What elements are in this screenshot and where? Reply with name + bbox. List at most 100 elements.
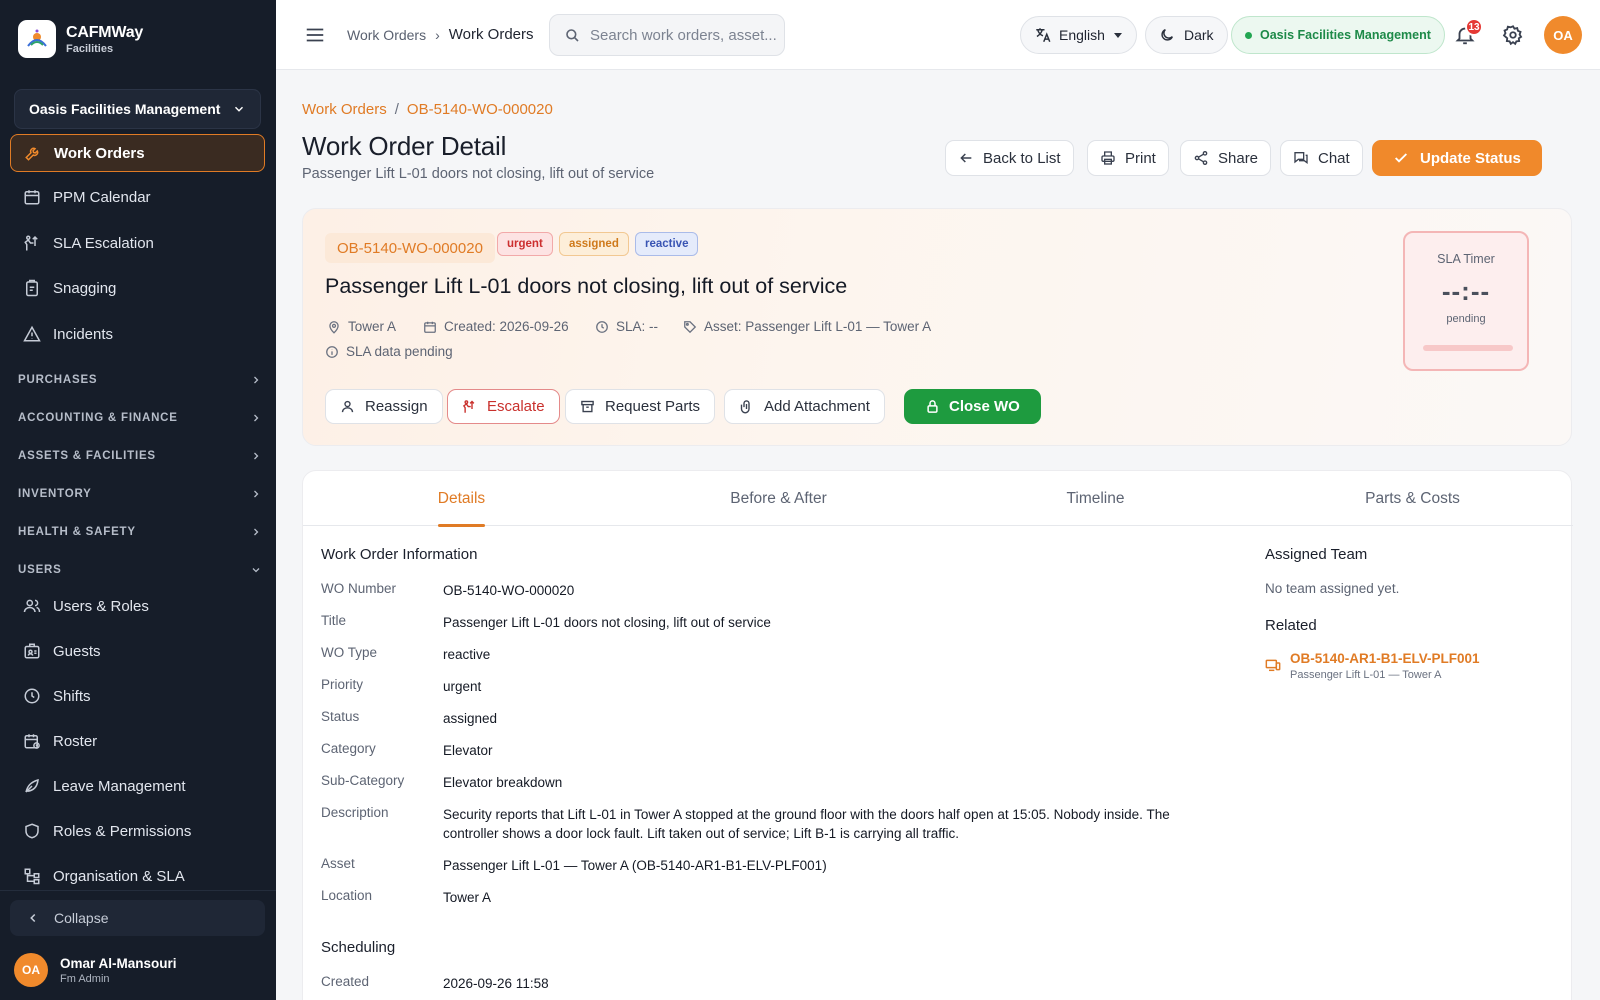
sidebar-item-guests[interactable]: Guests: [10, 632, 265, 670]
sidebar-section-label: INVENTORY: [18, 488, 92, 500]
print-button[interactable]: Print: [1087, 140, 1169, 176]
reassign-button[interactable]: Reassign: [325, 389, 443, 424]
chat-button[interactable]: Chat: [1280, 140, 1363, 176]
clock-icon: [24, 688, 40, 704]
work-order-code: OB-5140-WO-000020: [325, 233, 495, 263]
theme-toggle[interactable]: Dark: [1145, 16, 1228, 54]
chevron-right-icon: [254, 452, 259, 460]
field-value: reactive: [443, 647, 491, 662]
field-value: Security reports that Lift L-01 in Tower…: [443, 807, 1170, 841]
sidebar-section-assets[interactable]: ASSETS & FACILITIES: [18, 450, 262, 462]
field-row: WO Number OB-5140-WO-000020: [321, 581, 1213, 600]
user-role: Fm Admin: [60, 972, 110, 985]
update-status-button[interactable]: Update Status: [1372, 140, 1542, 176]
breadcrumb-link[interactable]: OB-5140-WO-000020: [407, 101, 553, 118]
language-select[interactable]: English: [1020, 16, 1137, 54]
calendar-icon: [24, 190, 40, 205]
sidebar-section-inventory[interactable]: INVENTORY: [18, 488, 262, 500]
avatar[interactable]: OA: [1544, 16, 1582, 54]
section-title: Assigned Team: [1265, 546, 1368, 563]
search-input[interactable]: [590, 26, 780, 44]
tab-parts-costs[interactable]: Parts & Costs: [1254, 471, 1571, 526]
leave-icon: [25, 778, 39, 793]
tab-details[interactable]: Details: [303, 471, 620, 527]
field-row: Created 2026-09-26 11:58: [321, 974, 1213, 993]
field-label: Priority: [321, 677, 364, 692]
escalate-button[interactable]: Escalate: [447, 389, 560, 424]
escalation-icon: [24, 235, 38, 251]
field-value: assigned: [443, 711, 498, 726]
warning-icon: [23, 325, 41, 342]
org-select-label: Oasis Facilities Management: [29, 101, 221, 117]
sidebar: CAFMWay Facilities Oasis Facilities Mana…: [0, 0, 276, 1000]
caret-down-icon: [1113, 33, 1122, 38]
breadcrumb: Work Orders › Work Orders: [347, 26, 534, 43]
section-title: Work Order Information: [321, 546, 478, 563]
sla-timer-label: SLA Timer: [1437, 252, 1495, 266]
sidebar-section-health-safety[interactable]: HEALTH & SAFETY: [18, 526, 262, 538]
page-subtitle: Passenger Lift L-01 doors not closing, l…: [302, 166, 655, 182]
field-label: Location: [321, 888, 373, 903]
sidebar-item-work-orders[interactable]: Work Orders: [10, 134, 265, 172]
sidebar-item-incidents[interactable]: Incidents: [10, 315, 265, 353]
field-row: Priority urgent: [321, 677, 1213, 696]
breadcrumb-separator: ›: [435, 26, 440, 43]
field-value: OB-5140-WO-000020: [443, 583, 575, 598]
user-profile[interactable]: OA Omar Al-Mansouri Fm Admin: [14, 953, 177, 987]
sidebar-section-users[interactable]: USERS: [18, 564, 262, 576]
sidebar-item-roles-permissions[interactable]: Roles & Permissions: [10, 812, 265, 850]
back-to-list-button[interactable]: Back to List: [945, 140, 1074, 176]
share-button[interactable]: Share: [1180, 140, 1272, 176]
tab-before-after[interactable]: Before & After: [620, 471, 937, 526]
brand-name: CAFMWay: [66, 23, 144, 41]
sidebar-item-shifts[interactable]: Shifts: [10, 677, 265, 715]
lock-icon: [927, 400, 938, 413]
related-code: OB-5140-AR1-B1-ELV-PLF001: [1290, 651, 1480, 666]
users-icon: [23, 599, 41, 613]
sidebar-item-roster[interactable]: Roster: [10, 722, 265, 760]
assigned-team-empty: No team assigned yet.: [1265, 581, 1400, 596]
field-row: Sub-Category Elevator breakdown: [321, 773, 1213, 792]
sidebar-item-users-roles[interactable]: Users & Roles: [10, 587, 265, 625]
sidebar-item-leave-management[interactable]: Leave Management: [10, 767, 265, 805]
topbar: Work Orders › Work Orders English Dark O…: [276, 0, 1600, 70]
field-label: Asset: [321, 856, 355, 871]
related-asset-link[interactable]: OB-5140-AR1-B1-ELV-PLF001 Passenger Lift…: [1265, 651, 1480, 681]
field-value: Elevator breakdown: [443, 775, 563, 790]
add-attachment-button[interactable]: Add Attachment: [724, 389, 885, 424]
close-wo-button[interactable]: Close WO: [904, 389, 1041, 424]
tab-timeline[interactable]: Timeline: [937, 471, 1254, 526]
field-value: Passenger Lift L-01 — Tower A (OB-5140-A…: [443, 858, 827, 873]
tag-icon: [684, 320, 697, 333]
meta-created: Created: 2026-09-26: [423, 319, 569, 334]
gear-icon[interactable]: [1502, 24, 1524, 46]
tab-label: Details: [437, 471, 486, 527]
sidebar-section-accounting[interactable]: ACCOUNTING & FINANCE: [18, 412, 262, 424]
sidebar-item-snagging[interactable]: Snagging: [10, 269, 265, 307]
related-sub: Passenger Lift L-01 — Tower A: [1290, 669, 1442, 681]
sidebar-item-ppm-calendar[interactable]: PPM Calendar: [10, 178, 265, 216]
org-badge[interactable]: Oasis Facilities Management: [1231, 16, 1445, 54]
share-icon: [1194, 151, 1208, 165]
sidebar-item-label: Roles & Permissions: [53, 822, 192, 840]
brand[interactable]: CAFMWay Facilities: [18, 20, 143, 58]
work-order-summary-card: OB-5140-WO-000020 urgent assigned reacti…: [302, 208, 1572, 446]
location-pin-icon: [329, 320, 339, 334]
info-icon: [326, 345, 338, 358]
request-parts-button[interactable]: Request Parts: [565, 389, 716, 424]
sidebar-item-sla-escalation[interactable]: SLA Escalation: [10, 224, 265, 262]
org-select[interactable]: Oasis Facilities Management: [14, 89, 261, 129]
search-box[interactable]: [549, 14, 785, 56]
arrow-left-icon: [960, 153, 972, 163]
field-value: Elevator: [443, 743, 493, 758]
button-label: Print: [1125, 149, 1156, 167]
notification-badge: 13: [1465, 18, 1483, 36]
breadcrumb-separator: /: [394, 101, 399, 118]
field-row: WO Type reactive: [321, 645, 1213, 664]
collapse-label: Collapse: [54, 910, 109, 926]
collapse-button[interactable]: Collapse: [10, 900, 265, 936]
breadcrumb-link[interactable]: Work Orders: [302, 101, 387, 118]
hamburger-menu-icon[interactable]: [304, 24, 326, 46]
sidebar-section-purchases[interactable]: PURCHASES: [18, 374, 262, 386]
breadcrumb-link[interactable]: Work Orders: [347, 27, 426, 43]
